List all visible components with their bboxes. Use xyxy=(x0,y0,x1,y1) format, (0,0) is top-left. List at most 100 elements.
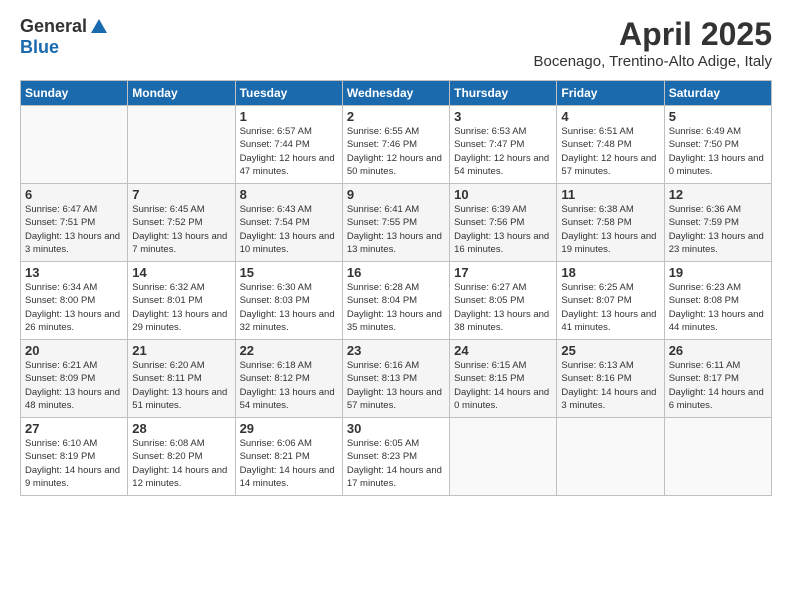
day-info: Sunrise: 6:39 AM Sunset: 7:56 PM Dayligh… xyxy=(454,203,552,256)
day-number: 3 xyxy=(454,109,552,124)
day-number: 4 xyxy=(561,109,659,124)
calendar-cell: 4Sunrise: 6:51 AM Sunset: 7:48 PM Daylig… xyxy=(557,106,664,184)
day-number: 17 xyxy=(454,265,552,280)
calendar-cell: 17Sunrise: 6:27 AM Sunset: 8:05 PM Dayli… xyxy=(450,262,557,340)
calendar-cell: 8Sunrise: 6:43 AM Sunset: 7:54 PM Daylig… xyxy=(235,184,342,262)
calendar-cell xyxy=(664,418,771,496)
day-number: 27 xyxy=(25,421,123,436)
calendar-week-row: 1Sunrise: 6:57 AM Sunset: 7:44 PM Daylig… xyxy=(21,106,772,184)
calendar-cell: 18Sunrise: 6:25 AM Sunset: 8:07 PM Dayli… xyxy=(557,262,664,340)
calendar-cell: 24Sunrise: 6:15 AM Sunset: 8:15 PM Dayli… xyxy=(450,340,557,418)
day-number: 2 xyxy=(347,109,445,124)
day-number: 7 xyxy=(132,187,230,202)
calendar-cell xyxy=(557,418,664,496)
day-info: Sunrise: 6:28 AM Sunset: 8:04 PM Dayligh… xyxy=(347,281,445,334)
calendar-cell xyxy=(128,106,235,184)
day-info: Sunrise: 6:45 AM Sunset: 7:52 PM Dayligh… xyxy=(132,203,230,256)
calendar-week-row: 6Sunrise: 6:47 AM Sunset: 7:51 PM Daylig… xyxy=(21,184,772,262)
logo-general-text: General xyxy=(20,16,87,37)
calendar-cell: 19Sunrise: 6:23 AM Sunset: 8:08 PM Dayli… xyxy=(664,262,771,340)
day-info: Sunrise: 6:51 AM Sunset: 7:48 PM Dayligh… xyxy=(561,125,659,178)
calendar-week-row: 13Sunrise: 6:34 AM Sunset: 8:00 PM Dayli… xyxy=(21,262,772,340)
day-number: 23 xyxy=(347,343,445,358)
day-info: Sunrise: 6:34 AM Sunset: 8:00 PM Dayligh… xyxy=(25,281,123,334)
day-number: 14 xyxy=(132,265,230,280)
day-number: 8 xyxy=(240,187,338,202)
title-block: April 2025 Bocenago, Trentino-Alto Adige… xyxy=(534,16,772,70)
day-info: Sunrise: 6:30 AM Sunset: 8:03 PM Dayligh… xyxy=(240,281,338,334)
calendar-cell: 13Sunrise: 6:34 AM Sunset: 8:00 PM Dayli… xyxy=(21,262,128,340)
day-info: Sunrise: 6:05 AM Sunset: 8:23 PM Dayligh… xyxy=(347,437,445,490)
calendar-header-row: SundayMondayTuesdayWednesdayThursdayFrid… xyxy=(21,81,772,106)
day-number: 15 xyxy=(240,265,338,280)
day-info: Sunrise: 6:15 AM Sunset: 8:15 PM Dayligh… xyxy=(454,359,552,412)
day-number: 20 xyxy=(25,343,123,358)
day-info: Sunrise: 6:41 AM Sunset: 7:55 PM Dayligh… xyxy=(347,203,445,256)
calendar-cell: 27Sunrise: 6:10 AM Sunset: 8:19 PM Dayli… xyxy=(21,418,128,496)
day-number: 22 xyxy=(240,343,338,358)
logo: General Blue xyxy=(20,16,109,58)
calendar-cell: 15Sunrise: 6:30 AM Sunset: 8:03 PM Dayli… xyxy=(235,262,342,340)
calendar-cell xyxy=(450,418,557,496)
day-info: Sunrise: 6:21 AM Sunset: 8:09 PM Dayligh… xyxy=(25,359,123,412)
col-header-saturday: Saturday xyxy=(664,81,771,106)
day-info: Sunrise: 6:55 AM Sunset: 7:46 PM Dayligh… xyxy=(347,125,445,178)
page: General Blue April 2025 Bocenago, Trenti… xyxy=(0,0,792,612)
calendar-cell: 22Sunrise: 6:18 AM Sunset: 8:12 PM Dayli… xyxy=(235,340,342,418)
day-info: Sunrise: 6:25 AM Sunset: 8:07 PM Dayligh… xyxy=(561,281,659,334)
calendar-cell: 14Sunrise: 6:32 AM Sunset: 8:01 PM Dayli… xyxy=(128,262,235,340)
calendar-cell xyxy=(21,106,128,184)
col-header-thursday: Thursday xyxy=(450,81,557,106)
day-number: 26 xyxy=(669,343,767,358)
calendar-cell: 9Sunrise: 6:41 AM Sunset: 7:55 PM Daylig… xyxy=(342,184,449,262)
day-info: Sunrise: 6:16 AM Sunset: 8:13 PM Dayligh… xyxy=(347,359,445,412)
calendar-cell: 23Sunrise: 6:16 AM Sunset: 8:13 PM Dayli… xyxy=(342,340,449,418)
day-number: 1 xyxy=(240,109,338,124)
col-header-wednesday: Wednesday xyxy=(342,81,449,106)
day-info: Sunrise: 6:06 AM Sunset: 8:21 PM Dayligh… xyxy=(240,437,338,490)
calendar-cell: 20Sunrise: 6:21 AM Sunset: 8:09 PM Dayli… xyxy=(21,340,128,418)
col-header-monday: Monday xyxy=(128,81,235,106)
calendar-cell: 26Sunrise: 6:11 AM Sunset: 8:17 PM Dayli… xyxy=(664,340,771,418)
col-header-tuesday: Tuesday xyxy=(235,81,342,106)
day-info: Sunrise: 6:47 AM Sunset: 7:51 PM Dayligh… xyxy=(25,203,123,256)
calendar-table: SundayMondayTuesdayWednesdayThursdayFrid… xyxy=(20,80,772,496)
logo-blue-text: Blue xyxy=(20,37,59,58)
logo-icon xyxy=(89,17,109,37)
calendar-cell: 21Sunrise: 6:20 AM Sunset: 8:11 PM Dayli… xyxy=(128,340,235,418)
calendar-cell: 29Sunrise: 6:06 AM Sunset: 8:21 PM Dayli… xyxy=(235,418,342,496)
calendar-cell: 12Sunrise: 6:36 AM Sunset: 7:59 PM Dayli… xyxy=(664,184,771,262)
day-number: 21 xyxy=(132,343,230,358)
day-info: Sunrise: 6:13 AM Sunset: 8:16 PM Dayligh… xyxy=(561,359,659,412)
day-info: Sunrise: 6:32 AM Sunset: 8:01 PM Dayligh… xyxy=(132,281,230,334)
calendar-cell: 2Sunrise: 6:55 AM Sunset: 7:46 PM Daylig… xyxy=(342,106,449,184)
calendar-cell: 3Sunrise: 6:53 AM Sunset: 7:47 PM Daylig… xyxy=(450,106,557,184)
calendar-cell: 11Sunrise: 6:38 AM Sunset: 7:58 PM Dayli… xyxy=(557,184,664,262)
day-number: 24 xyxy=(454,343,552,358)
day-info: Sunrise: 6:20 AM Sunset: 8:11 PM Dayligh… xyxy=(132,359,230,412)
calendar-cell: 7Sunrise: 6:45 AM Sunset: 7:52 PM Daylig… xyxy=(128,184,235,262)
calendar-cell: 1Sunrise: 6:57 AM Sunset: 7:44 PM Daylig… xyxy=(235,106,342,184)
day-number: 12 xyxy=(669,187,767,202)
day-info: Sunrise: 6:49 AM Sunset: 7:50 PM Dayligh… xyxy=(669,125,767,178)
day-number: 11 xyxy=(561,187,659,202)
calendar-cell: 5Sunrise: 6:49 AM Sunset: 7:50 PM Daylig… xyxy=(664,106,771,184)
day-info: Sunrise: 6:27 AM Sunset: 8:05 PM Dayligh… xyxy=(454,281,552,334)
day-info: Sunrise: 6:08 AM Sunset: 8:20 PM Dayligh… xyxy=(132,437,230,490)
calendar-cell: 6Sunrise: 6:47 AM Sunset: 7:51 PM Daylig… xyxy=(21,184,128,262)
calendar-cell: 28Sunrise: 6:08 AM Sunset: 8:20 PM Dayli… xyxy=(128,418,235,496)
day-info: Sunrise: 6:43 AM Sunset: 7:54 PM Dayligh… xyxy=(240,203,338,256)
calendar-week-row: 27Sunrise: 6:10 AM Sunset: 8:19 PM Dayli… xyxy=(21,418,772,496)
calendar-cell: 30Sunrise: 6:05 AM Sunset: 8:23 PM Dayli… xyxy=(342,418,449,496)
day-number: 10 xyxy=(454,187,552,202)
day-info: Sunrise: 6:23 AM Sunset: 8:08 PM Dayligh… xyxy=(669,281,767,334)
col-header-friday: Friday xyxy=(557,81,664,106)
calendar-cell: 16Sunrise: 6:28 AM Sunset: 8:04 PM Dayli… xyxy=(342,262,449,340)
day-number: 18 xyxy=(561,265,659,280)
day-number: 16 xyxy=(347,265,445,280)
day-info: Sunrise: 6:38 AM Sunset: 7:58 PM Dayligh… xyxy=(561,203,659,256)
day-number: 25 xyxy=(561,343,659,358)
day-info: Sunrise: 6:18 AM Sunset: 8:12 PM Dayligh… xyxy=(240,359,338,412)
month-title: April 2025 xyxy=(534,16,772,53)
day-info: Sunrise: 6:36 AM Sunset: 7:59 PM Dayligh… xyxy=(669,203,767,256)
